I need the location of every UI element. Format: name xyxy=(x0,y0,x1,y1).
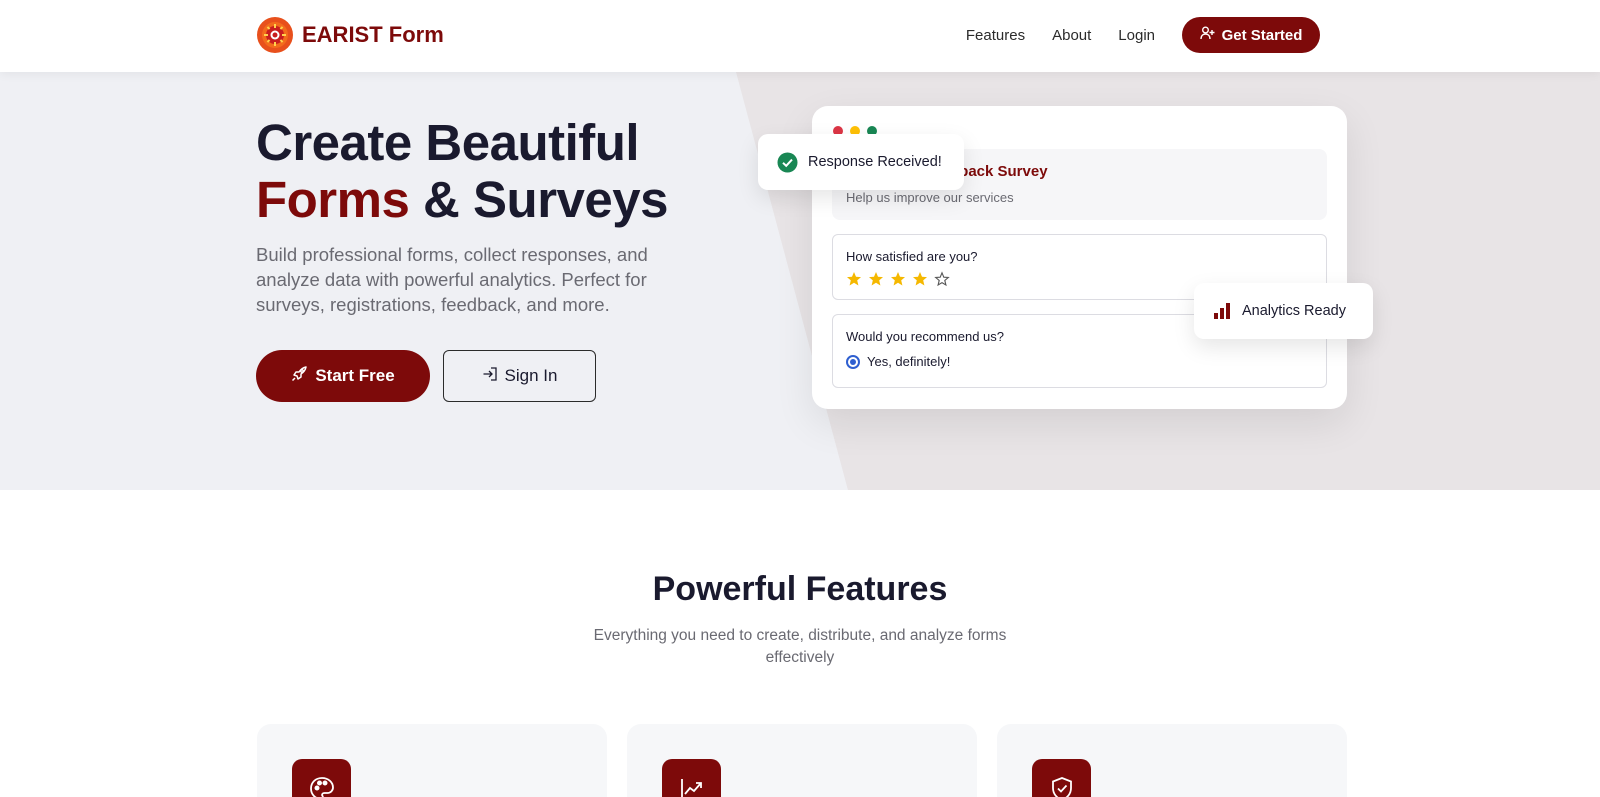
radio-selected-icon[interactable] xyxy=(846,354,860,369)
toast-text: Response Received! xyxy=(808,154,942,170)
question-rating-label: How satisfied are you? xyxy=(846,249,978,264)
bar-chart-icon xyxy=(1214,303,1230,319)
start-free-button[interactable]: Start Free xyxy=(256,350,430,402)
sign-in-icon xyxy=(482,366,498,387)
features-title: Powerful Features xyxy=(652,570,948,608)
question-recommend-label: Would you recommend us? xyxy=(846,329,1005,344)
feature-card xyxy=(257,724,607,797)
feature-card xyxy=(627,724,977,797)
rocket-icon xyxy=(291,365,308,387)
star-filled-icon[interactable] xyxy=(890,271,906,287)
check-circle-icon xyxy=(777,152,798,172)
nav-link-features[interactable]: Features xyxy=(966,27,1025,44)
brand[interactable]: EARIST Form xyxy=(257,17,444,53)
star-filled-icon[interactable] xyxy=(846,271,862,287)
palette-icon xyxy=(292,759,351,797)
nav-link-about[interactable]: About xyxy=(1052,27,1091,44)
hero-title-line1: Create Beautiful xyxy=(256,114,640,171)
shield-check-icon xyxy=(1032,759,1091,797)
hero-title-rest: & Surveys xyxy=(409,171,669,228)
sign-in-label: Sign In xyxy=(504,366,558,385)
radio-option-yes[interactable]: Yes, definitely! xyxy=(846,354,950,369)
hero-section: Create Beautiful Forms & Surveys Build p… xyxy=(0,72,1600,490)
sign-in-button[interactable]: Sign In xyxy=(443,350,596,402)
star-rating[interactable] xyxy=(846,271,950,287)
analytics-text: Analytics Ready xyxy=(1242,303,1346,319)
features-subtitle: Everything you need to create, distribut… xyxy=(593,627,1007,666)
survey-title: dback Survey xyxy=(950,163,1048,180)
gear-logo-icon xyxy=(257,17,293,53)
chart-line-icon xyxy=(662,759,721,797)
analytics-ready-badge: Analytics Ready xyxy=(1194,283,1373,339)
nav-links: Features About Login Get Started xyxy=(966,17,1320,53)
get-started-label: Get Started xyxy=(1221,26,1303,44)
response-received-toast: Response Received! xyxy=(758,134,964,190)
survey-subtitle: Help us improve our services xyxy=(846,190,1014,205)
user-plus-icon xyxy=(1199,26,1215,44)
start-free-label: Start Free xyxy=(315,366,395,385)
hero-title-accent: Forms xyxy=(256,171,410,228)
star-empty-icon[interactable] xyxy=(934,271,950,287)
feature-card xyxy=(997,724,1347,797)
star-filled-icon[interactable] xyxy=(868,271,884,287)
hero-description: Build professional forms, collect respon… xyxy=(256,244,648,315)
hero-title: Create Beautiful Forms & Surveys xyxy=(256,114,669,228)
nav-link-login[interactable]: Login xyxy=(1118,27,1155,44)
radio-option-label: Yes, definitely! xyxy=(867,354,951,369)
star-filled-icon[interactable] xyxy=(912,271,928,287)
brand-name: EARIST Form xyxy=(302,22,444,47)
get-started-button[interactable]: Get Started xyxy=(1182,17,1320,53)
navbar: EARIST Form Features About Login Get Sta… xyxy=(0,0,1600,72)
